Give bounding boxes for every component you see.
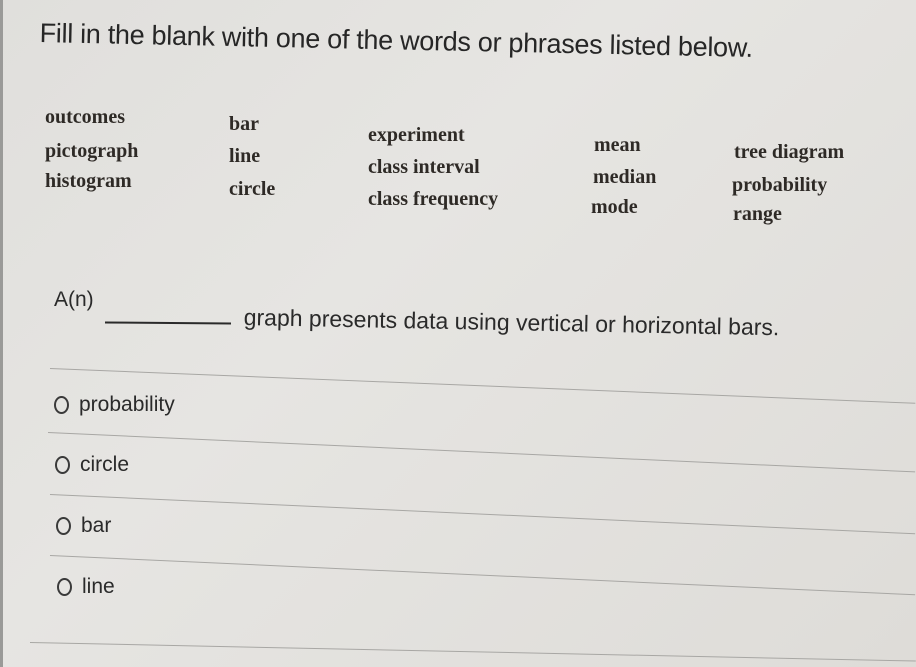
word-bank-item: mean — [594, 134, 641, 156]
divider — [29, 642, 916, 662]
option-label: circle — [80, 453, 130, 476]
word-bank-item: class interval — [368, 156, 480, 178]
divider — [49, 555, 916, 596]
option-label: probability — [79, 393, 175, 416]
answer-blank — [104, 321, 232, 325]
word-bank-item: median — [593, 166, 657, 188]
word-bank-item: outcomes — [45, 106, 125, 128]
question-text: graph presents data using vertical or ho… — [243, 304, 780, 341]
word-bank-item: class frequency — [368, 188, 499, 210]
radio-button[interactable] — [57, 578, 72, 596]
answer-option-line[interactable]: line — [57, 575, 115, 599]
word-bank-item: probability — [732, 174, 828, 196]
answer-option-probability[interactable]: probability — [54, 393, 175, 417]
word-bank-item: tree diagram — [734, 141, 845, 163]
word-bank-item: circle — [229, 178, 276, 200]
radio-button[interactable] — [55, 456, 70, 474]
word-bank-item: pictograph — [45, 140, 139, 162]
option-label: line — [82, 575, 115, 598]
divider — [47, 432, 916, 473]
word-bank-item: experiment — [368, 124, 465, 146]
answer-option-circle[interactable]: circle — [55, 453, 129, 477]
radio-button[interactable] — [54, 396, 69, 414]
word-bank-item: histogram — [45, 170, 132, 192]
question-prefix: A(n) — [54, 288, 94, 311]
option-label: bar — [81, 514, 112, 537]
divider — [49, 368, 916, 404]
page-edge — [0, 0, 3, 667]
divider — [49, 494, 916, 535]
instruction-text: Fill in the blank with one of the words … — [39, 18, 754, 63]
word-bank-item: bar — [229, 113, 259, 135]
word-bank-item: range — [733, 203, 782, 225]
radio-button[interactable] — [56, 517, 71, 535]
word-bank-item: mode — [591, 196, 638, 218]
word-bank-item: line — [229, 145, 261, 167]
answer-option-bar[interactable]: bar — [56, 514, 111, 538]
